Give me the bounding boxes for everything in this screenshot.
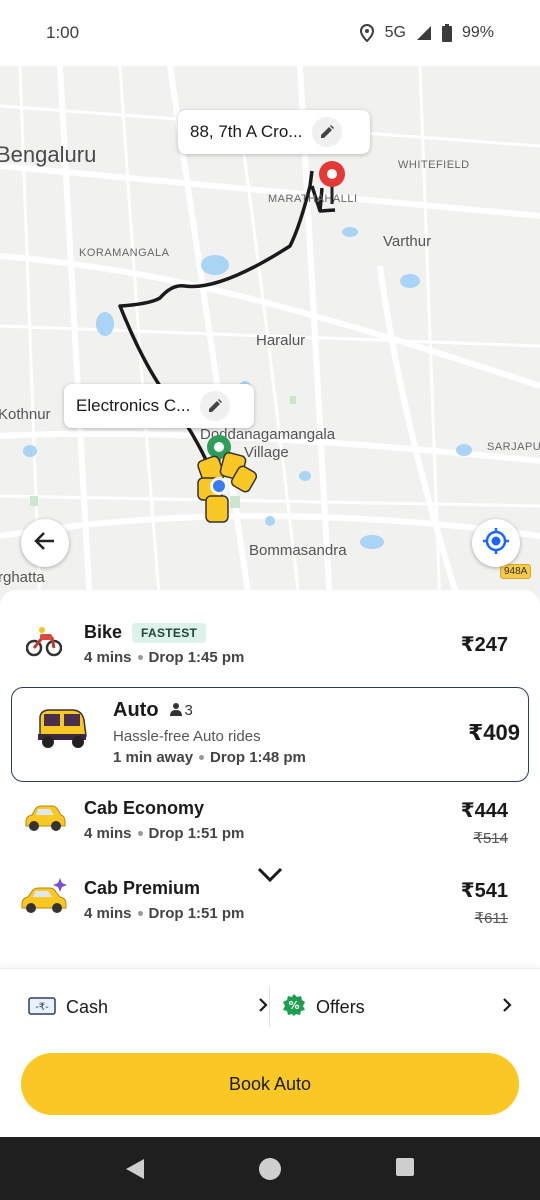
ride-option-auto[interactable]: Auto 3 Hassle-free Auto rides 1 min away…: [11, 687, 529, 782]
status-time: 1:00: [46, 23, 80, 42]
signal-icon: [416, 25, 432, 41]
pencil-icon[interactable]: [312, 117, 343, 147]
chevron-right-icon: [258, 997, 268, 1018]
ride-name: Cab Economy: [84, 798, 205, 818]
separator-dot: [137, 831, 143, 836]
battery-level: 99%: [461, 24, 494, 41]
ride-drop-time: Drop 1:48 pm: [210, 749, 306, 766]
map-label-bannerghatta: rghatta: [0, 569, 45, 586]
network-label: 5G: [384, 24, 406, 41]
ride-name: Bike: [84, 622, 123, 642]
svg-text:-₹-: -₹-: [35, 1002, 49, 1013]
chevron-right-icon: [502, 997, 512, 1018]
arrow-left-icon: [34, 531, 56, 556]
pickup-location-callout[interactable]: Electronics C...: [64, 384, 254, 428]
ride-option-bike[interactable]: Bike FASTEST 4 mins Drop 1:45 pm ₹247: [0, 612, 540, 676]
car-icon: [24, 804, 66, 837]
payment-method-button[interactable]: -₹- Cash: [28, 969, 268, 1045]
ride-eta: 4 mins: [84, 649, 132, 666]
location-icon: [359, 24, 375, 42]
drop-location-callout[interactable]: 88, 7th A Cro...: [178, 110, 370, 154]
map-label-bengaluru: Bengaluru: [0, 142, 97, 167]
book-auto-button[interactable]: Book Auto: [21, 1053, 519, 1115]
separator-dot: [137, 655, 143, 660]
ride-drop-time: Drop 1:51 pm: [148, 905, 245, 922]
map-label-varthur: Varthur: [383, 233, 432, 250]
map-label-bommasandra: Bommasandra: [249, 542, 347, 559]
ride-original-price: ₹514: [473, 830, 508, 847]
premium-car-icon: [20, 876, 70, 921]
chevron-down-icon[interactable]: [256, 866, 284, 889]
nav-recents-icon[interactable]: [395, 1157, 415, 1182]
ride-drop-time: Drop 1:45 pm: [148, 649, 245, 666]
fastest-badge: FASTEST: [132, 622, 207, 643]
ride-price: ₹247: [460, 634, 508, 656]
nav-back-icon[interactable]: [124, 1157, 146, 1186]
drop-pin-icon: [318, 160, 346, 209]
ride-eta: 1 min away: [113, 749, 194, 766]
ride-price: ₹409: [467, 720, 520, 745]
recenter-button[interactable]: [472, 519, 520, 567]
separator-dot: [137, 911, 143, 916]
map-label-kothnur: Kothnur: [0, 406, 51, 423]
ride-original-price: ₹611: [474, 910, 508, 927]
svg-text:%: %: [288, 999, 299, 1012]
back-button[interactable]: [21, 519, 69, 567]
ride-option-cab-economy[interactable]: Cab Economy 4 mins Drop 1:51 pm ₹444 ₹51…: [0, 790, 540, 858]
map-label-haralur: Haralur: [256, 332, 306, 349]
offers-label: Offers: [316, 996, 365, 1017]
ride-name: Cab Premium: [84, 878, 201, 898]
auto-rickshaw-icon: [36, 706, 88, 755]
ride-description: Hassle-free Auto rides: [113, 728, 261, 745]
ride-eta: 4 mins: [84, 825, 132, 842]
payment-method-label: Cash: [66, 996, 109, 1017]
map-label-whitefield: WHITEFIELD: [398, 159, 470, 171]
divider: [269, 987, 270, 1027]
status-bar: 1:00 5G 99%: [0, 0, 540, 66]
person-icon: [169, 702, 183, 720]
pencil-icon[interactable]: [200, 391, 231, 421]
payment-bar: -₹- Cash % Offers: [0, 968, 540, 1044]
cash-icon: -₹-: [28, 994, 56, 1021]
ride-name: Auto: [113, 699, 159, 721]
nearby-autos-icon: [194, 450, 260, 529]
seat-count-value: 3: [184, 702, 193, 719]
map-view[interactable]: Bengaluru WHITEFIELD MARATHAHALLI Varthu…: [0, 66, 540, 606]
ride-eta: 4 mins: [84, 905, 132, 922]
nav-home-icon[interactable]: [258, 1157, 282, 1186]
system-nav-bar: [0, 1137, 540, 1200]
ride-price: ₹444: [460, 800, 508, 822]
crosshair-icon: [482, 527, 510, 560]
map-label-sarjapur: SARJAPUR: [487, 441, 540, 453]
separator-dot: [199, 755, 205, 760]
battery-icon: [441, 24, 452, 42]
status-icons: 5G 99%: [359, 24, 494, 42]
bike-icon: [25, 626, 63, 663]
pickup-location-text: Electronics C...: [76, 396, 191, 415]
ride-drop-time: Drop 1:51 pm: [148, 825, 245, 842]
seat-count: 3: [169, 702, 193, 720]
offers-badge-icon: %: [282, 993, 306, 1022]
road-badge-948a: 948A: [500, 564, 532, 579]
ride-price: ₹541: [460, 880, 508, 902]
drop-location-text: 88, 7th A Cro...: [190, 122, 303, 141]
map-label-koramangala: KORAMANGALA: [79, 247, 170, 259]
offers-button[interactable]: % Offers: [282, 969, 512, 1045]
